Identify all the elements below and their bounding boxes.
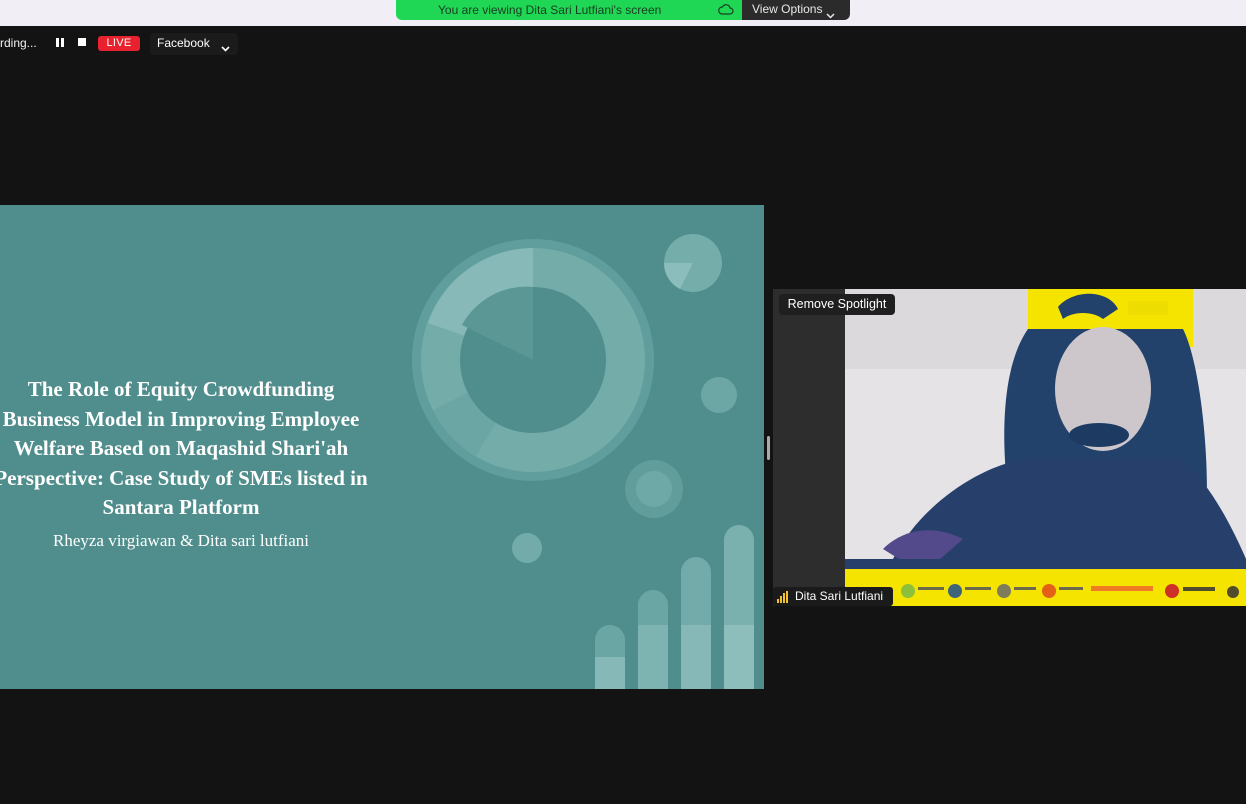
participant-name: Dita Sari Lutfiani: [795, 589, 884, 603]
stream-target-label: Facebook: [157, 36, 210, 50]
recording-status: rding...: [0, 36, 37, 50]
split-divider-handle[interactable]: [767, 436, 770, 460]
decorative-bars: [595, 525, 754, 689]
slide-title-line: Welfare Based on Maqashid Shari'ah: [13, 436, 349, 461]
stream-target-dropdown[interactable]: Facebook: [150, 33, 238, 55]
participant-name-tag: Dita Sari Lutfiani: [773, 587, 893, 606]
pause-icon[interactable]: [56, 38, 64, 47]
slide-title-line: Business Model in Improving Employee: [2, 406, 360, 431]
slide-title-line: Perspective: Case Study of SMEs listed i…: [0, 465, 368, 490]
cloud-icon[interactable]: [718, 3, 734, 21]
view-options-label: View Options: [752, 2, 823, 16]
chevron-down-icon: [221, 41, 230, 55]
remove-spotlight-button[interactable]: Remove Spotlight: [779, 294, 895, 315]
slide-authors: Rheyza virgiawan & Dita sari lutfiani: [52, 531, 310, 550]
viewing-text: You are viewing Dita Sari Lutfiani's scr…: [438, 3, 662, 17]
recording-controls: rding... LIVE Facebook: [0, 33, 240, 55]
video-frame: [773, 289, 1246, 606]
view-options-button[interactable]: View Options: [742, 0, 850, 20]
shared-slide: The Role of Equity Crowdfunding Business…: [0, 205, 764, 689]
stop-icon[interactable]: [78, 38, 86, 46]
slide-title-line: Santara Platform: [102, 495, 260, 520]
participant-video[interactable]: [773, 289, 1246, 606]
screen-share-banner: You are viewing Dita Sari Lutfiani's scr…: [396, 0, 742, 20]
slide-title: The Role of Equity Crowdfunding Business…: [0, 375, 374, 523]
live-badge: LIVE: [98, 36, 140, 51]
chevron-down-icon: [826, 6, 835, 24]
slide-title-line: The Role of Equity Crowdfunding: [27, 377, 335, 401]
connection-signal-icon: [777, 591, 791, 603]
